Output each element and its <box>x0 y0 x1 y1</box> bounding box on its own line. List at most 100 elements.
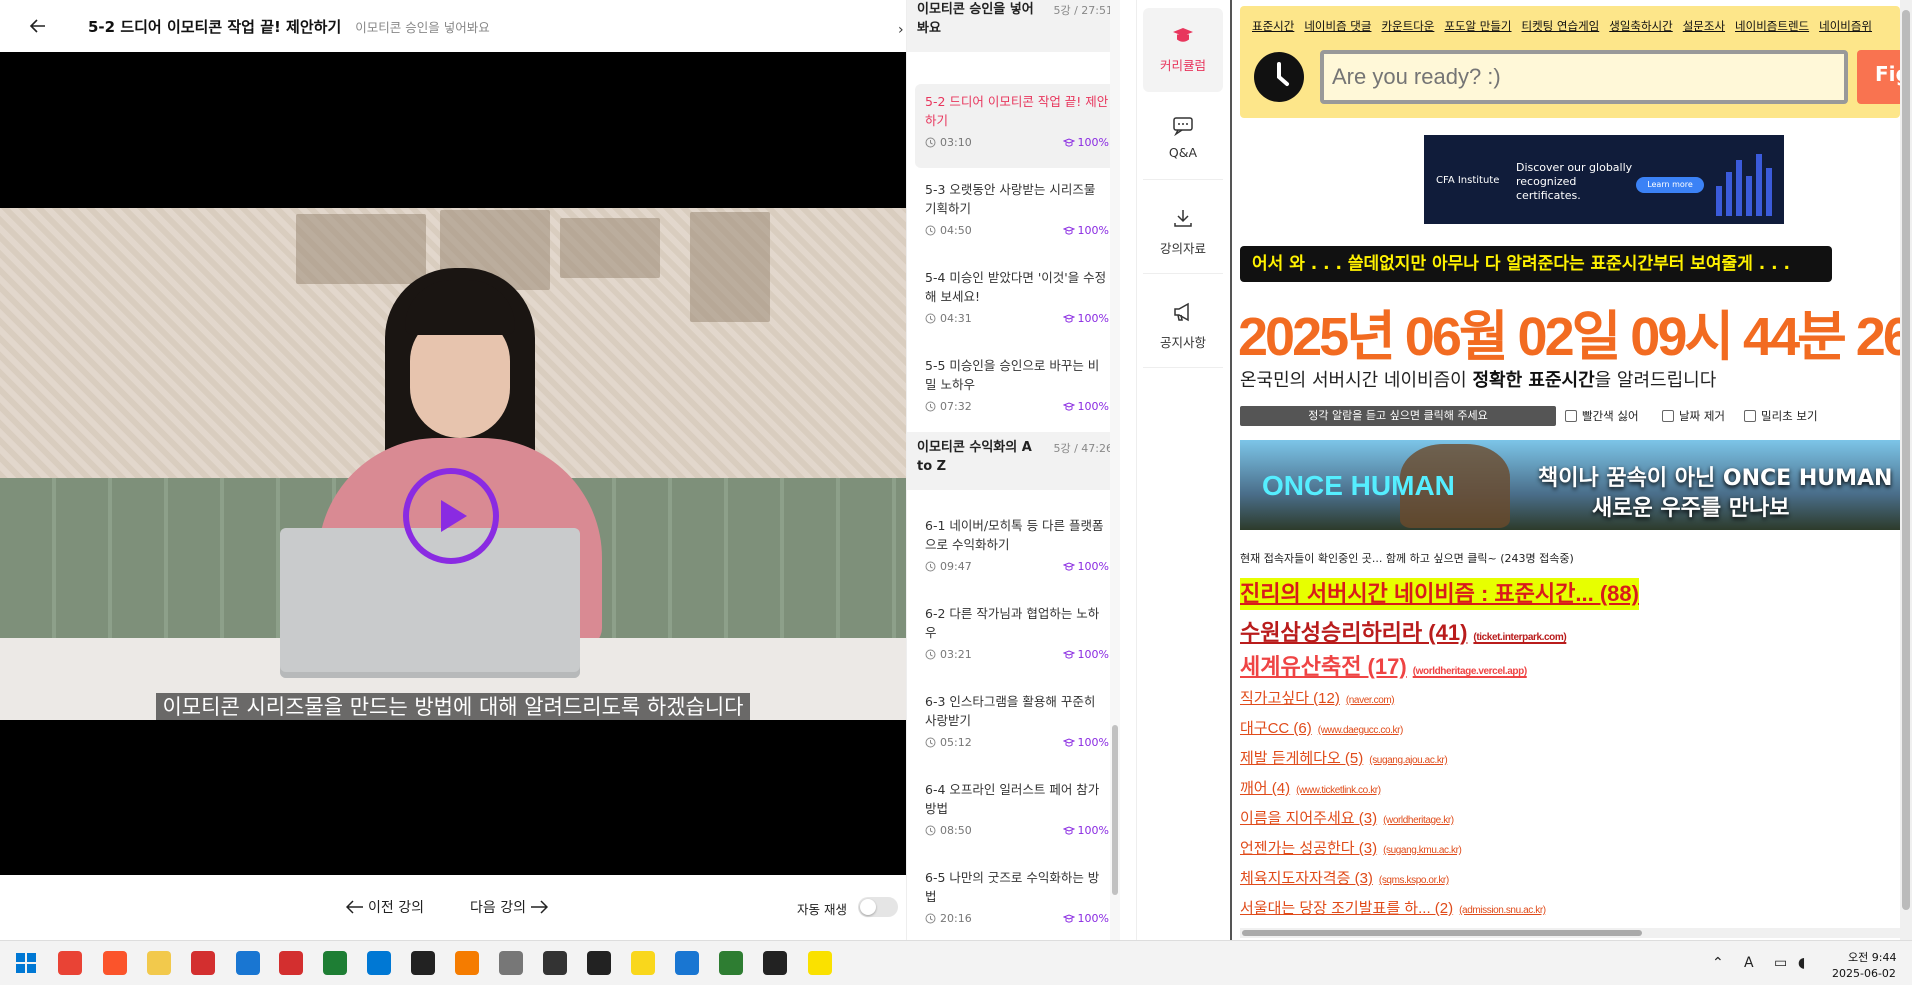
arrow-left-icon <box>346 900 363 914</box>
brave-icon[interactable] <box>103 951 127 975</box>
github-icon[interactable] <box>543 951 567 975</box>
network-icon[interactable]: ▭ <box>1774 955 1787 971</box>
horizontal-scrollbar[interactable] <box>1240 928 1900 938</box>
popular-site-link[interactable]: 수원삼성승리하리라 (41) (ticket.interpark.com) <box>1240 616 1900 650</box>
menu-graduation-cap[interactable]: 커리큘럼 <box>1143 8 1223 92</box>
lesson-duration: 04:50 <box>940 224 972 237</box>
alarm-button[interactable]: 정각 알람을 듣고 싶으면 클릭해 주세요 <box>1240 406 1556 426</box>
chrome-icon[interactable] <box>58 951 82 975</box>
player-footer: 이전 강의 다음 강의 자동 재생 <box>0 875 906 940</box>
checkbox[interactable] <box>1744 410 1756 422</box>
lesson-item[interactable]: 6-4 오프라인 일러스트 페어 참가 방법 08:50 100% <box>915 772 1119 856</box>
vertical-scrollbar[interactable] <box>1900 0 1912 940</box>
sticky-notes-icon[interactable] <box>631 951 655 975</box>
menu-label: 강의자료 <box>1159 240 1206 256</box>
popular-site-link[interactable]: 언젠가는 성공한다 (3) (sugang.kmu.ac.kr) <box>1240 834 1900 864</box>
popular-site-link[interactable]: 대구CC (6) (www.daegucc.co.kr) <box>1240 714 1900 744</box>
menu-download[interactable]: 강의자료 <box>1143 190 1223 274</box>
kakaotalk-icon[interactable] <box>808 951 832 975</box>
pdf-tool-icon[interactable] <box>499 951 523 975</box>
maps-icon[interactable] <box>719 951 743 975</box>
lesson-item[interactable]: 5-2 드디어 이모티콘 작업 끝! 제안하기 03:10 100% <box>915 84 1119 168</box>
lesson-duration: 09:47 <box>940 560 972 573</box>
quick-link[interactable]: 카운트다운 <box>1381 19 1434 33</box>
quick-link[interactable]: 생일축하시간 <box>1609 19 1672 33</box>
lesson-list-scrollbar[interactable] <box>1110 0 1120 940</box>
game-icon[interactable] <box>763 951 787 975</box>
start-icon[interactable] <box>14 951 38 975</box>
popular-site-link[interactable]: 직가고싶다 (12) (naver.com) <box>1240 684 1900 714</box>
quick-link[interactable]: 네이비즘위 <box>1819 19 1872 33</box>
video-player[interactable]: 이모티콘 시리즈물을 만드는 방법에 대해 알려드리도록 하겠습니다 <box>0 52 906 875</box>
section-header[interactable]: 이모티콘 승인을 넣어봐요 5강 / 27:51 <box>907 0 1120 52</box>
file-explorer-icon[interactable] <box>147 951 171 975</box>
site-url-input[interactable] <box>1320 50 1848 104</box>
lesson-item[interactable]: 5-3 오랫동안 사랑받는 시리즈물 기획하기 04:50 100% <box>915 172 1119 256</box>
checkbox[interactable] <box>1662 410 1674 422</box>
player-header: 5-2 드디어 이모티콘 작업 끝! 제안하기 이모티콘 승인을 넣어봐요 <box>0 0 906 52</box>
cfa-ad-banner[interactable]: CFA Institute Discover our globally reco… <box>1424 135 1784 224</box>
back-button[interactable] <box>18 6 58 46</box>
clock-icon <box>925 137 936 148</box>
popular-site-link[interactable]: 진리의 서버시간 네이비즘 : 표준시간... (88) <box>1240 578 1639 610</box>
autoplay-toggle[interactable] <box>858 897 898 917</box>
ad-learn-more-button[interactable]: Learn more <box>1636 177 1704 193</box>
acrobat-icon[interactable] <box>279 951 303 975</box>
lesson-item[interactable]: 6-3 인스타그램을 활용해 꾸준히 사랑받기 05:12 100% <box>915 684 1119 768</box>
clock-icon <box>925 401 936 412</box>
site-domain: (www.daegucc.co.kr) <box>1317 725 1404 736</box>
ime-indicator[interactable]: A <box>1744 955 1754 971</box>
menu-chat[interactable]: Q&A <box>1143 96 1223 180</box>
quick-link[interactable]: 포도알 만들기 <box>1444 19 1511 33</box>
lesson-duration: 08:50 <box>940 824 972 837</box>
site-domain: (naver.com) <box>1345 695 1395 706</box>
next-lecture-button[interactable]: 다음 강의 <box>470 897 548 917</box>
section-header[interactable]: 이모티콘 수익화의 A to Z 5강 / 47:26 <box>907 432 1120 490</box>
taskbar-time[interactable]: 오전 9:44 <box>1848 949 1896 965</box>
volume-icon[interactable]: ◖ <box>1798 955 1805 971</box>
site-name: 세계유산축전 (17) <box>1240 654 1407 679</box>
option-remove-date[interactable]: 날짜 제거 <box>1662 408 1725 424</box>
lesson-item[interactable]: 6-5 나만의 굿즈로 수익화하는 방법 20:16 100% <box>915 860 1119 940</box>
lesson-item[interactable]: 5-4 미승인 받았다면 '이것'을 수정해 보세요! 04:31 100% <box>915 260 1119 344</box>
lesson-item[interactable]: 6-1 네이버/모히톡 등 다른 플랫폼으로 수익화하기 09:47 100% <box>915 508 1119 592</box>
quick-link[interactable]: 설문조사 <box>1683 19 1725 33</box>
graduation-cap-icon <box>1062 561 1075 571</box>
excel-icon[interactable] <box>323 951 347 975</box>
site-name: 언젠가는 성공한다 (3) <box>1240 840 1378 857</box>
popular-site-link[interactable]: 제발 듣게헤다오 (5) (sugang.ajou.ac.kr) <box>1240 744 1900 774</box>
lesson-title: 6-3 인스타그램을 활용해 꾸준히 사랑받기 <box>925 694 1096 728</box>
lesson-item[interactable]: 6-2 다른 작가님과 협업하는 노하우 03:21 100% <box>915 596 1119 680</box>
quick-link[interactable]: 티켓팅 연습게임 <box>1522 19 1600 33</box>
menu-label: 커리큘럼 <box>1159 58 1206 73</box>
quick-link[interactable]: 네이비즘트렌드 <box>1735 19 1809 33</box>
quick-link[interactable]: 네이비즘 댓글 <box>1304 19 1371 33</box>
notion-icon[interactable] <box>411 951 435 975</box>
popular-site-link[interactable]: 깨어 (4) (www.ticketlink.co.kr) <box>1240 774 1900 804</box>
notepad-icon[interactable] <box>675 951 699 975</box>
chevron-up-icon[interactable]: ⌃ <box>1712 955 1724 971</box>
taskbar-date[interactable]: 2025-06-02 <box>1832 967 1896 980</box>
blender-icon[interactable] <box>455 951 479 975</box>
popular-site-link[interactable]: 이름을 지어주세요 (3) (worldheritage.kr) <box>1240 804 1900 834</box>
terminal-icon[interactable] <box>587 951 611 975</box>
once-human-ad-banner[interactable]: ONCE HUMAN 책이나 꿈속이 아닌 ONCE HUMAN 새로운 우주를… <box>1240 440 1912 530</box>
option-show-millis[interactable]: 밀리초 보기 <box>1744 408 1818 424</box>
tagline: 온국민의 서버시간 네이비즘이 정확한 표준시간을 알려드립니다 <box>1240 370 1717 391</box>
checkbox[interactable] <box>1565 410 1577 422</box>
pdf-reader-icon[interactable] <box>191 951 215 975</box>
live-users-note[interactable]: 현재 접속자들이 확인중인 곳... 함께 하고 싶으면 클릭~ (243명 접… <box>1240 550 1574 566</box>
play-button[interactable] <box>403 468 499 564</box>
fight-button[interactable]: Fig <box>1857 50 1900 104</box>
quick-link[interactable]: 표준시간 <box>1252 19 1294 33</box>
snipping-tool-icon[interactable] <box>367 951 391 975</box>
menu-megaphone[interactable]: 공지사항 <box>1143 284 1223 368</box>
previous-lecture-button[interactable]: 이전 강의 <box>346 897 424 917</box>
popular-site-link[interactable]: 체육지도자자격증 (3) (sqms.kspo.or.kr) <box>1240 864 1900 894</box>
chat-app-icon[interactable] <box>236 951 260 975</box>
option-no-red[interactable]: 빨간색 싫어 <box>1565 408 1639 424</box>
scroll-thumb[interactable] <box>1112 725 1118 895</box>
lesson-item[interactable]: 5-5 미승인을 승인으로 바꾸는 비밀 노하우 07:32 100% <box>915 348 1119 432</box>
popular-site-link[interactable]: 세계유산축전 (17) (worldheritage.vercel.app) <box>1240 650 1900 684</box>
popular-site-link[interactable]: 서울대는 당장 조기발표를 하... (2) (admission.snu.ac.… <box>1240 894 1900 924</box>
